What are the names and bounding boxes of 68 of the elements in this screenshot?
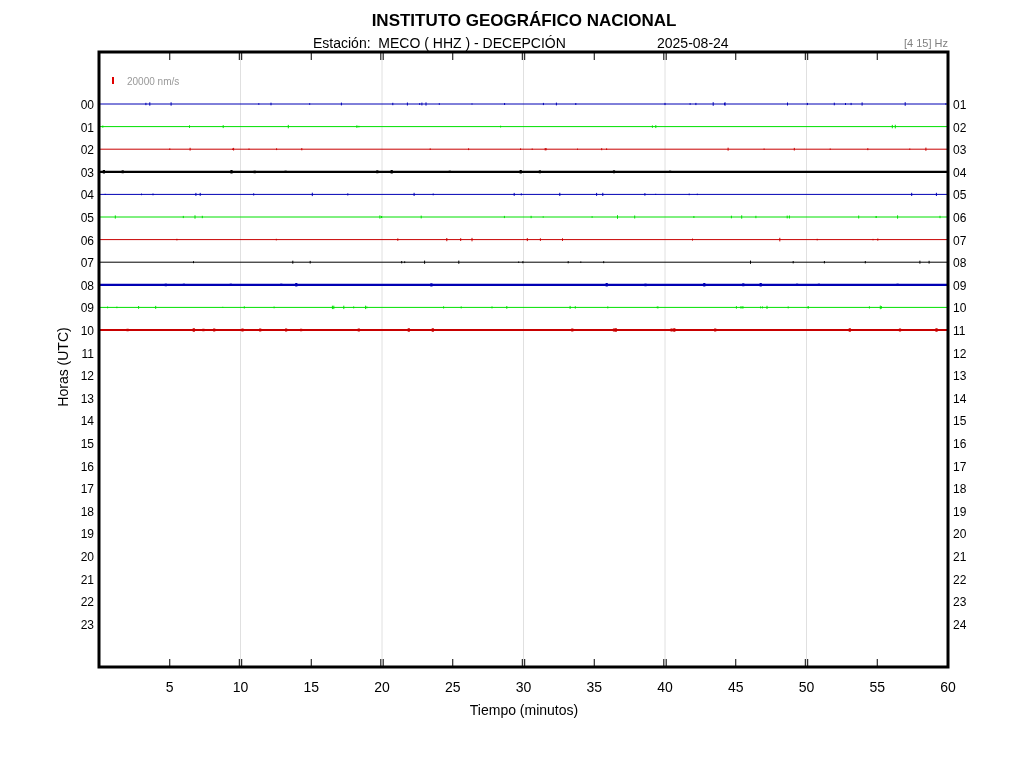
hour-label: 15 <box>80 437 94 451</box>
filter-label: [4 15] Hz <box>903 37 948 49</box>
hour-label: 20 <box>953 527 967 542</box>
tick-label: 40 <box>657 679 673 695</box>
hour-label: 18 <box>953 482 967 497</box>
hour-label: 01 <box>80 120 94 135</box>
chart-title: INSTITUTO GEOGRÁFICO NACIONAL <box>371 11 677 30</box>
hour-label: 08 <box>953 256 967 271</box>
hour-label: 17 <box>953 459 967 474</box>
hour-label: 07 <box>80 256 94 271</box>
hour-label: 14 <box>80 414 94 429</box>
scale-bar <box>112 77 114 84</box>
hour-label: 08 <box>80 278 94 293</box>
hour-label: 03 <box>80 165 94 180</box>
tick-label: 55 <box>869 679 886 695</box>
hour-label: 21 <box>80 572 94 587</box>
hour-label: 02 <box>953 120 967 135</box>
tick-label: 45 <box>727 679 744 695</box>
tick-label: 20 <box>374 679 390 695</box>
hour-label: 09 <box>80 301 94 316</box>
hour-label: 05 <box>80 211 94 225</box>
hour-label: 07 <box>953 233 967 248</box>
hour-label: 13 <box>80 391 94 406</box>
tick-label: 35 <box>586 679 603 695</box>
tick-label: 60 <box>940 679 956 695</box>
hour-label: 05 <box>953 188 967 203</box>
tick-label: 15 <box>303 679 320 695</box>
hour-label: 09 <box>953 278 967 293</box>
hour-label: 21 <box>953 550 967 564</box>
hour-label: 19 <box>80 527 94 542</box>
hour-label: 02 <box>80 143 94 158</box>
hour-label: 10 <box>80 324 94 338</box>
hour-label: 18 <box>80 504 94 519</box>
hour-label: 16 <box>953 437 967 451</box>
station-label: Estación: MECO ( HHZ ) - DECEPCIÓN <box>313 35 566 51</box>
hour-label: 01 <box>953 98 967 112</box>
hour-label: 12 <box>80 369 94 384</box>
hour-label: 12 <box>953 346 967 361</box>
hour-label: 16 <box>80 459 94 474</box>
hour-label: 13 <box>953 369 967 384</box>
hour-label: 03 <box>953 143 967 158</box>
hour-label: 06 <box>953 211 967 225</box>
hour-label: 23 <box>953 595 967 610</box>
hour-label: 11 <box>81 346 94 361</box>
axis-title: Tiempo (minutos) <box>469 702 579 718</box>
hour-label: 06 <box>80 233 94 248</box>
date-label: 2025-08-24 <box>657 35 729 51</box>
tick-label: 5 <box>165 679 174 695</box>
hour-label: 24 <box>953 617 967 632</box>
tick-label: 10 <box>232 679 249 695</box>
hour-label: 00 <box>80 98 94 112</box>
hour-label: 17 <box>80 482 94 497</box>
tick-label: 30 <box>515 679 532 695</box>
hour-label: 22 <box>953 572 967 587</box>
hour-label: 11 <box>953 324 966 338</box>
hour-label: 04 <box>953 165 967 180</box>
tick-label: 50 <box>798 679 815 695</box>
hour-label: 20 <box>80 550 94 564</box>
hour-label: 10 <box>953 301 967 316</box>
scale-label: 20000 nm/s <box>127 76 180 87</box>
hour-label: 14 <box>953 391 967 406</box>
tick-label: 25 <box>444 679 461 695</box>
hour-label: 04 <box>80 188 94 203</box>
hour-label: 23 <box>80 617 94 632</box>
hour-label: 15 <box>953 414 967 429</box>
hour-label: 22 <box>80 595 94 610</box>
hour-label: 19 <box>953 504 967 519</box>
axis-title: Horas (UTC) <box>55 327 71 407</box>
